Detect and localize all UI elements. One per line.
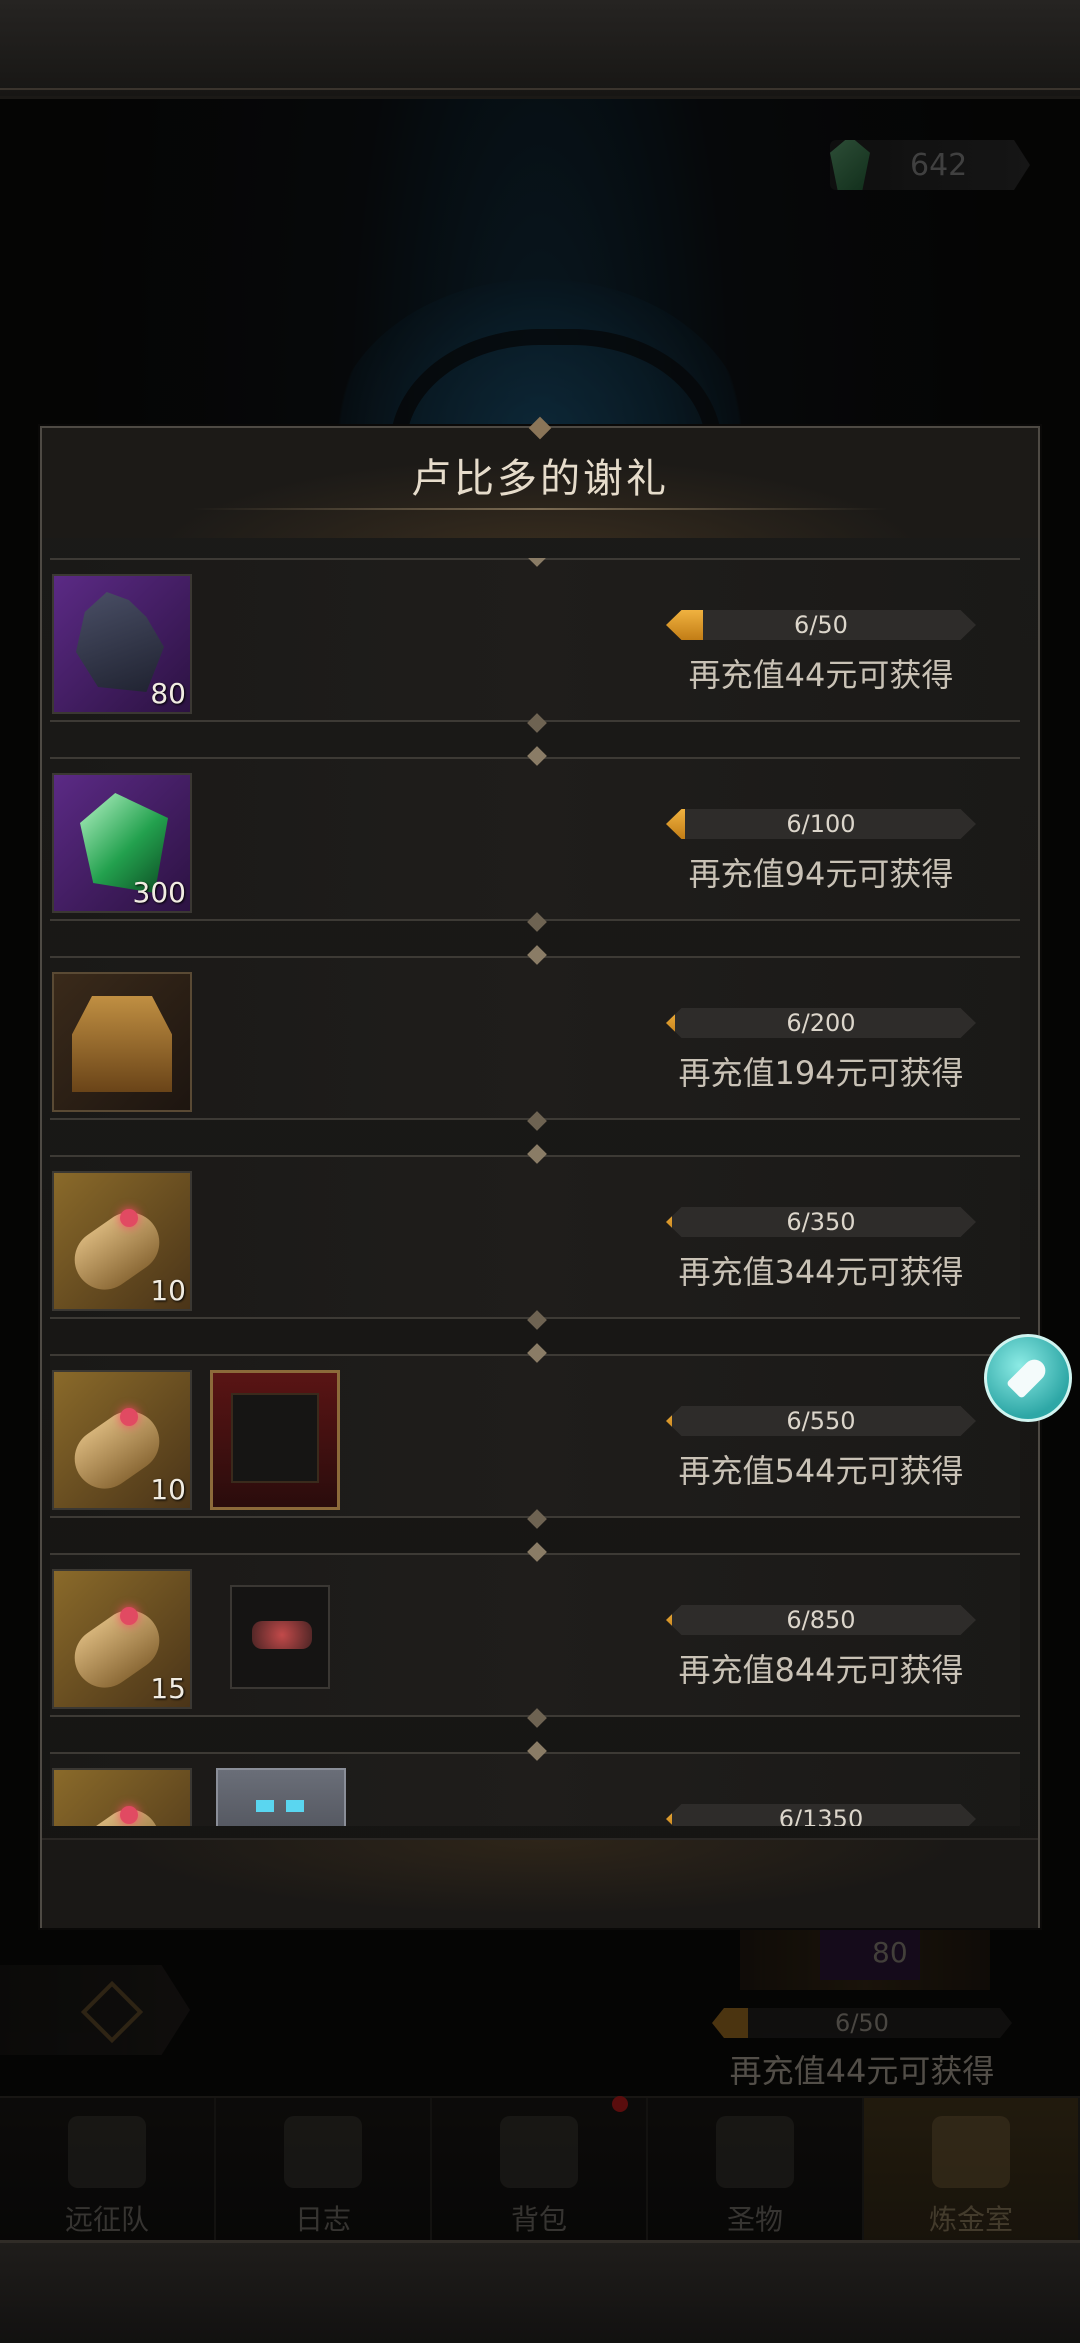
demon-portrait-icon[interactable]: [216, 1768, 346, 1826]
progress-text: 6/550: [786, 1407, 856, 1435]
item-count: 80: [150, 677, 186, 710]
reward-item-slot[interactable]: 10: [52, 1370, 192, 1510]
dialog-header: 卢比多的谢礼: [42, 416, 1038, 538]
recharge-requirement-text: 再充值44元可获得: [688, 656, 954, 694]
reward-dialog: 卢比多的谢礼 80 6/50 再充值44元可获得 300 6/100 再充值94…: [40, 416, 1040, 1928]
progress-text: 6/100: [786, 810, 856, 838]
recharge-progress-bar: 6/350: [666, 1207, 976, 1237]
reward-row: 10 6/550 再充值544元可获得: [50, 1354, 1020, 1518]
reward-row: 80 6/50 再充值44元可获得: [50, 558, 1020, 722]
recharge-progress-bar: 6/550: [666, 1406, 976, 1436]
top-decor-bar: [0, 0, 1080, 99]
dialog-footer: [42, 1838, 1038, 1928]
bottom-decor-bar: [0, 2240, 1080, 2343]
reward-row: 6/1350: [50, 1752, 1020, 1826]
item-count: 10: [150, 1274, 186, 1307]
recharge-progress-bar: 6/1350: [666, 1804, 976, 1826]
progress-text: 6/1350: [778, 1805, 864, 1826]
reward-list[interactable]: 80 6/50 再充值44元可获得 300 6/100 再充值94元可获得 6/…: [50, 558, 1028, 1826]
item-count: 10: [150, 1473, 186, 1506]
reward-row: 15 6/850 再充值844元可获得: [50, 1553, 1020, 1717]
reward-item-slot[interactable]: 10: [52, 1171, 192, 1311]
progress-text: 6/50: [794, 611, 848, 639]
summon-scroll-icon: [72, 1788, 172, 1826]
reward-item-slot[interactable]: 80: [52, 574, 192, 714]
skull-emblem-icon[interactable]: [230, 1585, 330, 1689]
reward-row: 6/200 再充值194元可获得: [50, 956, 1020, 1120]
recharge-requirement-text: 再充值544元可获得: [678, 1452, 964, 1490]
recharge-requirement-text: 再充值344元可获得: [678, 1253, 964, 1291]
reward-item-slot[interactable]: 300: [52, 773, 192, 913]
recharge-requirement-text: 再充值194元可获得: [678, 1054, 964, 1092]
item-count: 15: [150, 1672, 186, 1705]
recharge-requirement-text: 再充值844元可获得: [678, 1651, 964, 1689]
reward-row: 10 6/350 再充值344元可获得: [50, 1155, 1020, 1319]
reward-item-slot[interactable]: [52, 1768, 192, 1826]
recharge-progress-bar: 6/100: [666, 809, 976, 839]
title-divider: [192, 508, 888, 510]
item-count: 300: [132, 876, 186, 909]
recharge-requirement-text: 再充值94元可获得: [688, 855, 954, 893]
recharge-progress-bar: 6/200: [666, 1008, 976, 1038]
progress-text: 6/850: [786, 1606, 856, 1634]
avatar-frame-icon[interactable]: [210, 1370, 340, 1510]
dialog-title: 卢比多的谢礼: [411, 456, 669, 502]
treasure-chest-icon: [72, 996, 172, 1092]
progress-text: 6/350: [786, 1208, 856, 1236]
progress-text: 6/200: [786, 1009, 856, 1037]
recharge-progress-bar: 6/50: [666, 610, 976, 640]
rocket-boost-button[interactable]: [984, 1334, 1072, 1422]
recharge-progress-bar: 6/850: [666, 1605, 976, 1635]
reward-item-slot[interactable]: [52, 972, 192, 1112]
reward-item-slot[interactable]: 15: [52, 1569, 192, 1709]
reward-row: 300 6/100 再充值94元可获得: [50, 757, 1020, 921]
